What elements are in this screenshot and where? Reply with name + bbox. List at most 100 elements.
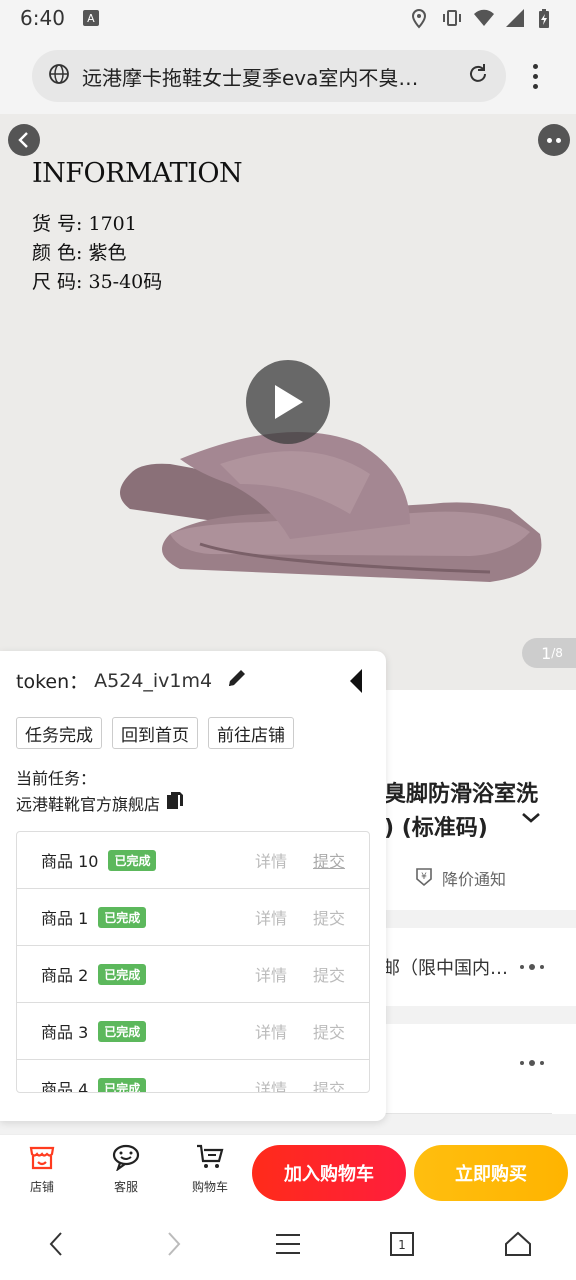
info-line-size: 尺 码: 35-40码 bbox=[32, 271, 163, 293]
browser-nav-bar: 1 bbox=[0, 1206, 576, 1280]
reload-icon[interactable] bbox=[466, 62, 490, 90]
shipping-text: 邮（限中国内… bbox=[382, 958, 508, 979]
product-image[interactable]: INFORMATION 货 号: 1701 颜 色: 紫色 尺 码: 35-40… bbox=[0, 114, 576, 690]
detail-link[interactable]: 详情 bbox=[255, 1019, 287, 1043]
detail-link[interactable]: 详情 bbox=[255, 905, 287, 929]
globe-icon bbox=[48, 63, 70, 89]
cart-button[interactable]: 购物车 bbox=[180, 1143, 240, 1195]
more-dots-icon[interactable] bbox=[520, 1060, 544, 1066]
task-item[interactable]: 商品 4 已完成 详情 提交 bbox=[17, 1060, 369, 1093]
location-icon bbox=[410, 8, 428, 29]
page-total: /8 bbox=[551, 646, 563, 660]
detail-link[interactable]: 详情 bbox=[255, 1076, 287, 1092]
info-title: INFORMATION bbox=[32, 158, 243, 189]
store-name: 远港鞋靴官方旗舰店 bbox=[16, 795, 161, 814]
tabs-icon[interactable]: 1 bbox=[384, 1226, 420, 1262]
info-lines: 货 号: 1701 颜 色: 紫色 尺 码: 35-40码 bbox=[32, 210, 162, 297]
copy-icon[interactable] bbox=[166, 791, 184, 815]
vibrate-icon bbox=[442, 9, 461, 27]
back-arrow-icon[interactable] bbox=[8, 124, 40, 156]
task-item[interactable]: 商品 3 已完成 详情 提交 bbox=[17, 1003, 369, 1060]
product-title-line1: 臭脚防滑浴室洗 bbox=[384, 782, 539, 807]
product-title-line2: ) (标准码) bbox=[384, 816, 488, 841]
status-badge: 已完成 bbox=[108, 849, 157, 871]
task-item[interactable]: 商品 1 已完成 详情 提交 bbox=[17, 889, 369, 946]
task-item-name: 商品 1 bbox=[41, 909, 89, 928]
page-current: 1 bbox=[541, 643, 552, 663]
status-badge: 已完成 bbox=[98, 1020, 147, 1042]
token-value: A524_iv1m4 bbox=[94, 669, 213, 692]
customer-service-button[interactable]: 客服 bbox=[96, 1143, 156, 1195]
collapse-triangle-icon[interactable] bbox=[346, 667, 366, 699]
status-time: 6:40 bbox=[20, 6, 65, 30]
chevron-down-icon[interactable] bbox=[520, 810, 542, 829]
token-label: token： bbox=[16, 671, 89, 693]
task-list[interactable]: 商品 10 已完成 详情 提交 商品 1 已完成 详情 提交 商品 2 已完成 … bbox=[16, 831, 370, 1093]
home-icon[interactable] bbox=[500, 1226, 536, 1262]
shipping-card[interactable]: 邮（限中国内… bbox=[366, 928, 576, 1006]
more-vert-icon[interactable] bbox=[522, 58, 548, 94]
status-badge: 已完成 bbox=[98, 1077, 147, 1092]
add-to-cart-button[interactable]: 加入购物车 bbox=[252, 1145, 406, 1201]
chat-bubble-icon bbox=[111, 1143, 141, 1174]
status-bar: 6:40 A bbox=[0, 0, 576, 36]
more-dots-icon[interactable] bbox=[520, 964, 544, 970]
product-title[interactable]: 臭脚防滑浴室洗 ) (标准码) bbox=[384, 778, 538, 846]
action-bar: 店铺 客服 购物车 加入购物车 立即购买 bbox=[0, 1134, 576, 1206]
service-label: 客服 bbox=[113, 1180, 138, 1194]
price-tag-icon: ¥ bbox=[412, 864, 436, 892]
store-icon bbox=[28, 1143, 56, 1174]
browser-toolbar: 远港摩卡拖鞋女士夏季eva室内不臭… bbox=[0, 36, 576, 114]
detail-link[interactable]: 详情 bbox=[255, 848, 287, 872]
task-complete-button[interactable]: 任务完成 bbox=[16, 717, 102, 749]
wifi-icon bbox=[474, 9, 494, 27]
current-task-label: 当前任务： bbox=[16, 769, 97, 788]
info-line-sku: 货 号: 1701 bbox=[32, 213, 137, 235]
status-badge: 已完成 bbox=[98, 963, 147, 985]
address-bar[interactable]: 远港摩卡拖鞋女士夏季eva室内不臭… bbox=[32, 50, 506, 102]
submit-link[interactable]: 提交 bbox=[313, 905, 345, 929]
cart-icon bbox=[195, 1143, 225, 1174]
accessibility-a-icon: A bbox=[82, 10, 99, 26]
more-horiz-icon[interactable] bbox=[538, 124, 570, 156]
store-label: 店铺 bbox=[29, 1180, 54, 1194]
status-badge: 已完成 bbox=[98, 906, 147, 928]
task-item-name: 商品 2 bbox=[41, 966, 89, 985]
signal-icon bbox=[506, 9, 524, 27]
current-task-store: 远港鞋靴官方旗舰店 bbox=[16, 791, 184, 815]
edit-pencil-icon[interactable] bbox=[226, 667, 248, 694]
svg-text:¥: ¥ bbox=[421, 872, 427, 882]
task-panel: token： A524_iv1m4 任务完成 回到首页 前往店铺 当前任务： 远… bbox=[0, 651, 386, 1121]
price-notify-button[interactable]: ¥ 降价通知 bbox=[412, 864, 506, 892]
cart-label: 购物车 bbox=[191, 1180, 228, 1194]
back-icon[interactable] bbox=[38, 1226, 74, 1262]
slipper-image bbox=[120, 432, 542, 582]
token-row: token： A524_iv1m4 bbox=[16, 667, 248, 694]
detail-link[interactable]: 详情 bbox=[255, 962, 287, 986]
url-text[interactable]: 远港摩卡拖鞋女士夏季eva室内不臭… bbox=[82, 62, 452, 91]
submit-link[interactable]: 提交 bbox=[313, 1076, 345, 1092]
forward-icon[interactable] bbox=[156, 1226, 192, 1262]
task-item-name: 商品 10 bbox=[41, 852, 99, 871]
task-item[interactable]: 商品 10 已完成 详情 提交 bbox=[17, 832, 369, 889]
divider bbox=[382, 1113, 552, 1114]
status-icons bbox=[410, 8, 556, 29]
store-button[interactable]: 店铺 bbox=[12, 1143, 72, 1195]
battery-icon bbox=[538, 9, 556, 28]
submit-link[interactable]: 提交 bbox=[313, 962, 345, 986]
play-video-button[interactable] bbox=[246, 360, 330, 444]
task-item[interactable]: 商品 2 已完成 详情 提交 bbox=[17, 946, 369, 1003]
image-page-indicator: 1/8 bbox=[522, 638, 576, 668]
back-home-button[interactable]: 回到首页 bbox=[112, 717, 198, 749]
submit-link[interactable]: 提交 bbox=[313, 1019, 345, 1043]
go-store-button[interactable]: 前往店铺 bbox=[208, 717, 294, 749]
task-item-name: 商品 3 bbox=[41, 1023, 89, 1042]
price-notify-label: 降价通知 bbox=[442, 870, 507, 889]
task-button-row: 任务完成 回到首页 前往店铺 bbox=[16, 717, 294, 749]
submit-link[interactable]: 提交 bbox=[313, 848, 345, 872]
spec-card[interactable] bbox=[366, 1024, 576, 1114]
buy-now-button[interactable]: 立即购买 bbox=[414, 1145, 568, 1201]
task-item-name: 商品 4 bbox=[41, 1080, 89, 1093]
tab-count: 1 bbox=[398, 1238, 406, 1252]
menu-lines-icon[interactable] bbox=[270, 1226, 306, 1262]
